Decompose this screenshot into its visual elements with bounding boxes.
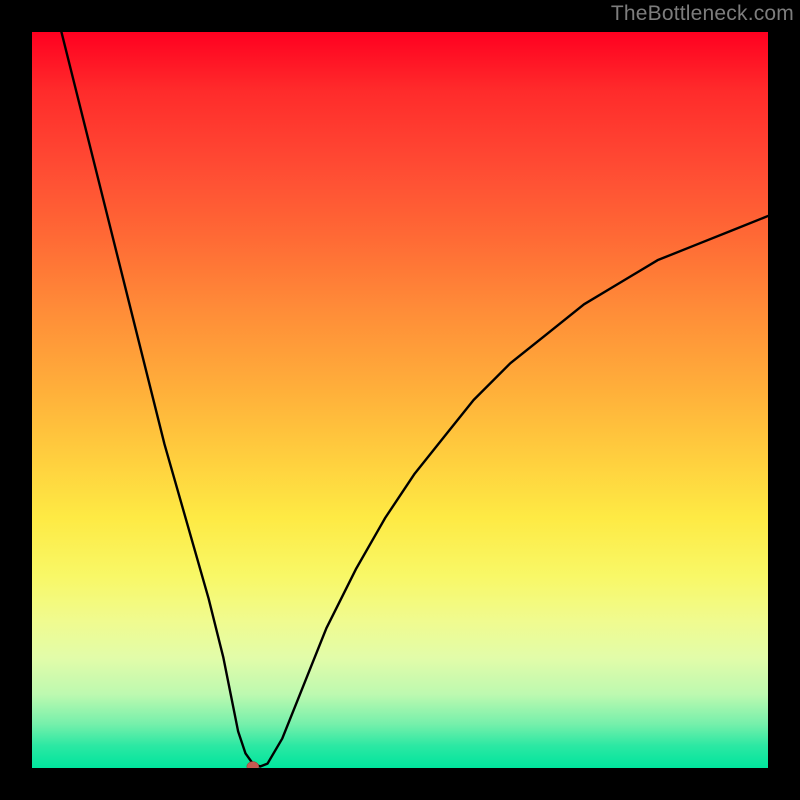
plot-area bbox=[32, 32, 768, 768]
watermark-label: TheBottleneck.com bbox=[611, 2, 794, 26]
curve-svg bbox=[32, 32, 768, 768]
bottleneck-curve bbox=[61, 32, 768, 767]
minimum-marker bbox=[247, 762, 259, 768]
chart-frame: TheBottleneck.com bbox=[0, 0, 800, 800]
